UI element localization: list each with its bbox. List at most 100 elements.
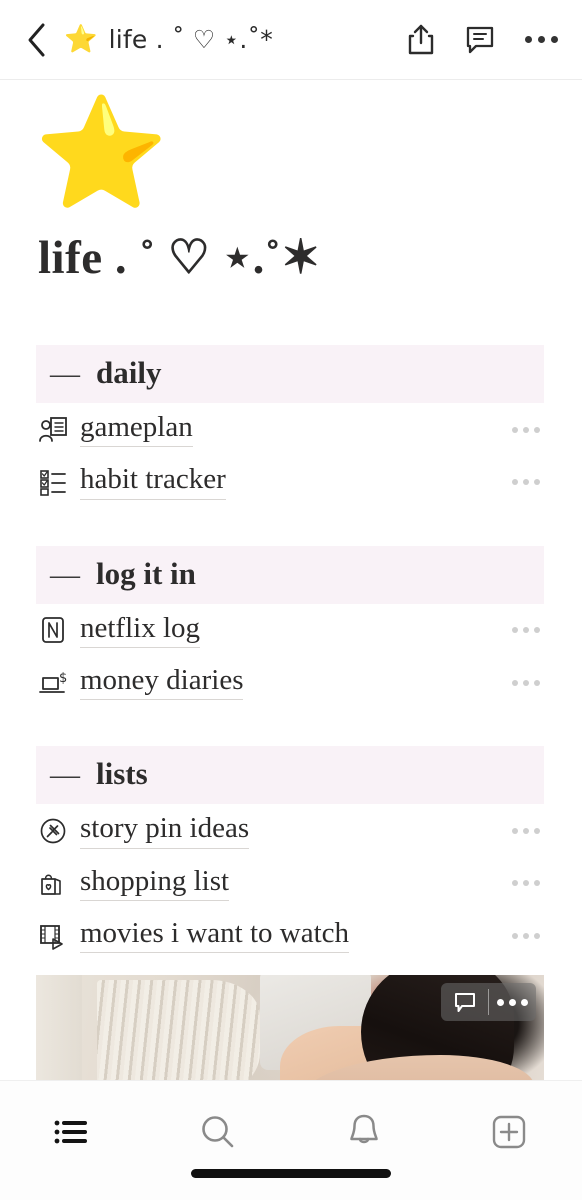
section-header[interactable]: — lists [36, 746, 544, 805]
list-item-label: shopping list [80, 865, 230, 901]
more-dot [525, 36, 532, 43]
share-button[interactable] [407, 24, 435, 56]
list-item-label: habit tracker [80, 464, 226, 500]
more-dot [512, 679, 518, 686]
film-play-icon [36, 921, 70, 951]
more-dot [523, 880, 529, 887]
more-dot [534, 679, 540, 686]
more-dot [509, 998, 516, 1006]
section-header[interactable]: — daily [36, 345, 544, 403]
more-dot [512, 426, 518, 433]
note-content-scroll[interactable]: ⭐ life . ˚ ♡ ⋆.˚✶ — daily gameplan habit… [0, 80, 582, 1080]
section-log-it-in: — log it in netflix log $ money diaries [0, 545, 582, 709]
list-item[interactable]: gameplan [36, 403, 544, 455]
list-item-more-button[interactable] [502, 872, 544, 894]
more-dot [512, 827, 518, 834]
more-dot [523, 627, 529, 634]
section-title: log it in [96, 555, 196, 591]
topbar-title: life . ˚ ♡ ⋆.˚* [108, 25, 273, 54]
list-item-more-button[interactable] [502, 925, 544, 947]
tab-create[interactable] [437, 1103, 582, 1161]
tab-notifications[interactable] [291, 1103, 437, 1161]
image-overlay-toolbar [441, 983, 536, 1022]
laptop-dollar-icon: $ [36, 668, 70, 698]
svg-text:$: $ [59, 671, 67, 686]
checkbox-list-icon [36, 467, 70, 497]
section-dash: — [50, 557, 80, 591]
page-title[interactable]: life . ˚ ♡ ⋆.˚✶ [38, 230, 582, 285]
search-icon [202, 1116, 234, 1148]
embedded-image-block[interactable] [36, 975, 544, 1080]
home-indicator [191, 1169, 391, 1178]
section-dash: — [50, 758, 80, 792]
shopping-bag-heart-icon [36, 868, 70, 898]
list-item-label: money diaries [80, 664, 244, 701]
comment-icon [454, 992, 475, 1012]
more-options-button[interactable] [525, 36, 558, 43]
star-emoji-icon: ⭐ [64, 24, 98, 55]
page-star-icon[interactable]: ⭐ [34, 100, 582, 208]
list-item[interactable]: netflix log [36, 604, 544, 656]
top-navigation-bar: ⭐ life . ˚ ♡ ⋆.˚* [0, 0, 582, 80]
section-title: daily [96, 355, 162, 390]
more-dot [523, 827, 529, 834]
list-item-label: movies i want to watch [80, 917, 350, 954]
list-icon [54, 1120, 87, 1144]
list-item-label: gameplan [80, 411, 193, 448]
more-dot [534, 932, 540, 939]
more-dot [534, 827, 540, 834]
more-dot [538, 36, 545, 43]
more-dot [512, 880, 518, 887]
list-item-label: story pin ideas [80, 812, 250, 849]
list-item-more-button[interactable] [502, 471, 544, 493]
more-dot [523, 679, 529, 686]
list-item[interactable]: story pin ideas [36, 804, 544, 856]
list-item-more-button[interactable] [502, 619, 544, 641]
list-item[interactable]: movies i want to watch [36, 909, 544, 961]
more-dot [534, 478, 540, 485]
section-title: lists [96, 756, 148, 792]
tab-lists[interactable] [0, 1103, 146, 1161]
image-more-button[interactable] [489, 983, 536, 1021]
more-dot [551, 36, 558, 43]
topbar-actions [407, 24, 558, 56]
list-item-more-button[interactable] [502, 672, 544, 694]
person-checklist-icon [36, 415, 70, 445]
photo-hangers-region [96, 980, 260, 1080]
topbar-title-group[interactable]: ⭐ life . ˚ ♡ ⋆.˚* [64, 25, 407, 54]
more-dot [523, 426, 529, 433]
more-dot [512, 932, 518, 939]
more-dot [512, 478, 518, 485]
back-button[interactable] [14, 18, 58, 62]
netflix-icon [36, 615, 70, 645]
bell-icon [350, 1114, 378, 1144]
comment-button[interactable] [465, 25, 495, 55]
app-screen: ⭐ life . ˚ ♡ ⋆.˚* ⭐ life . ˚ ♡ ⋆.˚✶ — da… [0, 0, 582, 1200]
more-dot [534, 880, 540, 887]
more-dot [534, 627, 540, 634]
list-item[interactable]: shopping list [36, 857, 544, 909]
more-horizontal-icon [497, 998, 528, 1006]
more-dot [534, 426, 540, 433]
more-dot [523, 478, 529, 485]
comment-icon [466, 26, 494, 53]
section-daily: — daily gameplan habit tracker [0, 345, 582, 508]
more-dot [497, 998, 504, 1006]
plus-box-icon [493, 1115, 526, 1149]
more-dot [512, 627, 518, 634]
chevron-left-icon [28, 23, 45, 56]
more-dot [521, 998, 528, 1006]
photo-wall-region [36, 975, 82, 1080]
section-header[interactable]: — log it in [36, 545, 544, 604]
list-item-more-button[interactable] [502, 419, 544, 441]
section-dash: — [50, 357, 80, 390]
list-item-label: netflix log [80, 612, 201, 648]
more-dot [523, 932, 529, 939]
list-item-more-button[interactable] [502, 820, 544, 842]
tab-search[interactable] [146, 1103, 292, 1161]
list-item[interactable]: $ money diaries [36, 656, 544, 708]
bottom-tab-bar [0, 1080, 582, 1200]
list-item[interactable]: habit tracker [36, 455, 544, 507]
share-icon [408, 24, 434, 54]
image-comment-button[interactable] [441, 983, 488, 1021]
